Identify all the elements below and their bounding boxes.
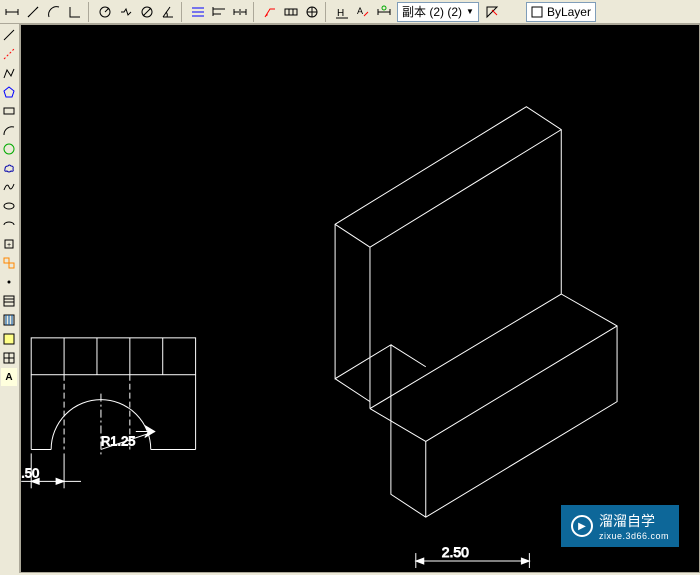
watermark-title: 溜溜自学: [599, 513, 655, 529]
watermark: ▶ 溜溜自学 zixue.3d66.com: [561, 505, 679, 547]
make-block-icon[interactable]: [1, 254, 17, 272]
bottom-dim-text: 2.50: [442, 544, 469, 560]
left-toolbar: + A: [0, 24, 20, 573]
toolbar-separator: [181, 2, 185, 22]
polygon-tool-icon[interactable]: [1, 83, 17, 101]
svg-text:H: H: [337, 8, 344, 19]
construction-line-icon[interactable]: [1, 45, 17, 63]
gradient-tool-icon[interactable]: [1, 311, 17, 329]
line-tool-icon[interactable]: [1, 26, 17, 44]
revcloud-tool-icon[interactable]: [1, 159, 17, 177]
ordinate-dim-icon[interactable]: [65, 2, 85, 22]
angle-dim-icon[interactable]: [158, 2, 178, 22]
ellipse-arc-tool-icon[interactable]: [1, 216, 17, 234]
spline-tool-icon[interactable]: [1, 178, 17, 196]
arc-dim-icon[interactable]: [44, 2, 64, 22]
svg-text:A: A: [357, 6, 363, 16]
hatch-tool-icon[interactable]: [1, 292, 17, 310]
left-dim-text: .50: [21, 465, 39, 480]
dim-text-edit-icon[interactable]: A: [353, 2, 373, 22]
watermark-subtitle: zixue.3d66.com: [599, 531, 669, 541]
region-tool-icon[interactable]: [1, 330, 17, 348]
drawing-svg: R1.25 .50: [21, 25, 699, 572]
main-area: + A: [0, 24, 700, 573]
linear-dim-icon[interactable]: [2, 2, 22, 22]
layer-dropdown[interactable]: ByLayer: [526, 2, 596, 22]
arc-tool-icon[interactable]: [1, 121, 17, 139]
dropdown-arrow-icon: ▼: [466, 7, 474, 16]
dimstyle-icon[interactable]: [482, 2, 502, 22]
toolbar-separator: [88, 2, 92, 22]
svg-text:+: +: [7, 242, 11, 249]
dim-edit-icon[interactable]: H: [332, 2, 352, 22]
polyline-tool-icon[interactable]: [1, 64, 17, 82]
mtext-tool-icon[interactable]: A: [1, 368, 17, 386]
dim-style-dropdown[interactable]: 副本 (2) (2) ▼: [397, 2, 479, 22]
tolerance-icon[interactable]: [281, 2, 301, 22]
leader-icon[interactable]: [260, 2, 280, 22]
layer-label: ByLayer: [547, 5, 591, 19]
aligned-dim-icon[interactable]: [23, 2, 43, 22]
jogged-dim-icon[interactable]: [116, 2, 136, 22]
baseline-dim-icon[interactable]: [209, 2, 229, 22]
diameter-dim-icon[interactable]: [137, 2, 157, 22]
continue-dim-icon[interactable]: [230, 2, 250, 22]
insert-block-icon[interactable]: +: [1, 235, 17, 253]
toolbar-separator: [253, 2, 257, 22]
toolbar-separator: [325, 2, 329, 22]
top-toolbar: H A 副本 (2) (2) ▼ ByLayer: [0, 0, 700, 24]
quick-dim-icon[interactable]: [188, 2, 208, 22]
dim-style-label: 副本 (2) (2): [402, 3, 462, 20]
play-icon: ▶: [571, 515, 593, 537]
rectangle-tool-icon[interactable]: [1, 102, 17, 120]
circle-tool-icon[interactable]: [1, 140, 17, 158]
drawing-canvas[interactable]: R1.25 .50: [20, 24, 700, 573]
center-mark-icon[interactable]: [302, 2, 322, 22]
ellipse-tool-icon[interactable]: [1, 197, 17, 215]
dim-update-icon[interactable]: [374, 2, 394, 22]
point-tool-icon[interactable]: [1, 273, 17, 291]
radius-dim-text: R1.25: [101, 433, 136, 448]
table-tool-icon[interactable]: [1, 349, 17, 367]
radius-dim-icon[interactable]: [95, 2, 115, 22]
